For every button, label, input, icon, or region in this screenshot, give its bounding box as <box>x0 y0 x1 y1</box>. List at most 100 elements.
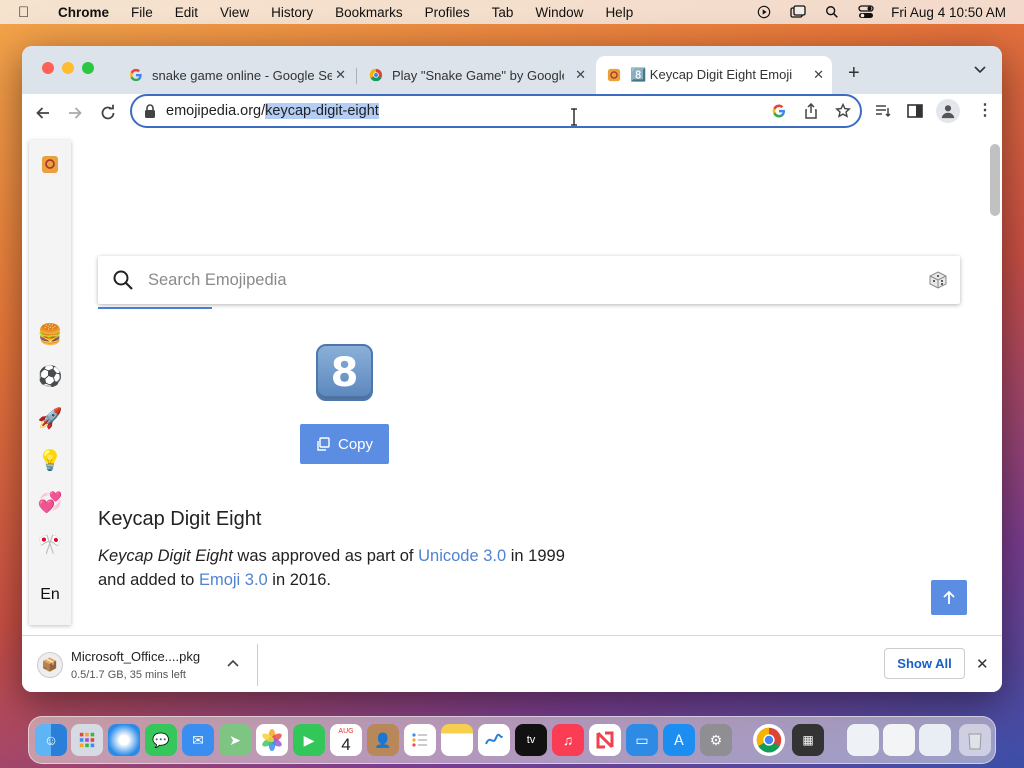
menu-edit[interactable]: Edit <box>175 5 198 20</box>
url-path-selected: keycap-digit-eight <box>265 103 379 119</box>
search-icon <box>113 270 133 290</box>
menubar-clock[interactable]: Fri Aug 4 10:50 AM <box>891 5 1006 20</box>
mail-icon[interactable]: ✉ <box>182 724 214 756</box>
more-menu-icon[interactable]: ⋮ <box>977 100 993 122</box>
keynote-icon[interactable]: ▭ <box>626 724 658 756</box>
close-shelf-icon[interactable]: ✕ <box>976 655 989 673</box>
menu-bookmarks[interactable]: Bookmarks <box>335 5 403 20</box>
news-icon[interactable] <box>589 724 621 756</box>
messages-icon[interactable]: 💬 <box>145 724 177 756</box>
emojipedia-logo-icon[interactable] <box>29 154 71 180</box>
profile-avatar-icon[interactable] <box>936 99 960 123</box>
emoji-version-link[interactable]: Emoji 3.0 <box>199 571 268 589</box>
page-content: 🍔 ⚽ 🚀 💡 💞 🎌 En 8 Copy Keycap Digit Eight… <box>22 132 1002 635</box>
screen-mirroring-icon[interactable] <box>789 5 807 19</box>
menu-window[interactable]: Window <box>535 5 583 20</box>
new-tab-icon[interactable]: + <box>848 62 860 85</box>
browser-window: snake game online - Google Se ✕ Play "Sn… <box>22 46 1002 692</box>
emoji-title: Keycap Digit Eight <box>98 508 262 530</box>
download-shelf: 📦 Microsoft_Office....pkg 0.5/1.7 GB, 35… <box>22 635 1002 692</box>
close-window-icon[interactable] <box>42 62 54 74</box>
show-all-button[interactable]: Show All <box>884 648 965 679</box>
tv-icon[interactable]: tv <box>515 724 547 756</box>
maps-icon[interactable]: ➤ <box>219 724 251 756</box>
reminders-icon[interactable] <box>404 724 436 756</box>
lock-icon[interactable] <box>144 104 156 118</box>
screenshot-icon[interactable] <box>919 724 951 756</box>
flags-category-icon[interactable]: 🎌 <box>29 532 71 557</box>
menu-profiles[interactable]: Profiles <box>425 5 470 20</box>
objects-category-icon[interactable]: 💡 <box>29 448 71 473</box>
tab-google-search[interactable]: snake game online - Google Se ✕ <box>118 56 354 94</box>
google-icon <box>128 67 144 83</box>
menu-tab[interactable]: Tab <box>492 5 514 20</box>
google-lens-icon[interactable] <box>770 102 788 120</box>
downloads-icon[interactable] <box>847 724 879 756</box>
finder-icon[interactable]: ☺ <box>35 724 67 756</box>
address-bar[interactable]: emojipedia.org/keycap-digit-eight <box>130 94 862 128</box>
language-selector[interactable]: En <box>29 586 71 604</box>
close-tab-icon[interactable]: ✕ <box>575 67 586 83</box>
zoom-window-icon[interactable] <box>82 62 94 74</box>
download-filename[interactable]: Microsoft_Office....pkg <box>71 649 200 664</box>
calendar-icon[interactable]: AUG 4 <box>330 724 362 756</box>
bookmark-star-icon[interactable] <box>834 102 852 120</box>
minimize-window-icon[interactable] <box>62 62 74 74</box>
activity-category-icon[interactable]: ⚽ <box>29 364 71 389</box>
close-tab-icon[interactable]: ✕ <box>335 67 346 83</box>
notes-icon[interactable] <box>441 724 473 756</box>
menu-view[interactable]: View <box>220 5 249 20</box>
chevron-up-icon[interactable] <box>226 657 240 671</box>
contacts-icon[interactable]: 👤 <box>367 724 399 756</box>
copy-label: Copy <box>337 435 374 453</box>
documents-icon[interactable] <box>883 724 915 756</box>
random-dice-icon[interactable] <box>928 270 948 290</box>
tab-snake-game[interactable]: Play "Snake Game" by Google ✕ <box>358 56 594 94</box>
menu-app-name[interactable]: Chrome <box>58 5 109 20</box>
close-tab-icon[interactable]: ✕ <box>813 67 824 83</box>
menu-history[interactable]: History <box>271 5 313 20</box>
reload-icon[interactable] <box>95 100 121 126</box>
unicode-link[interactable]: Unicode 3.0 <box>418 547 506 565</box>
arrow-up-icon <box>943 590 955 604</box>
search-box[interactable] <box>98 256 960 304</box>
apple-menu-icon[interactable]:  <box>18 4 38 21</box>
symbols-category-icon[interactable]: 💞 <box>29 490 71 515</box>
chrome-icon[interactable] <box>753 724 785 756</box>
music-icon[interactable]: ♫ <box>552 724 584 756</box>
tab-search-chevron-icon[interactable] <box>973 62 987 76</box>
side-panel-icon[interactable] <box>906 102 924 120</box>
menu-bar:  Chrome File Edit View History Bookmark… <box>0 0 1024 24</box>
food-category-icon[interactable]: 🍔 <box>29 322 71 347</box>
photos-icon[interactable] <box>256 724 288 756</box>
travel-category-icon[interactable]: 🚀 <box>29 406 71 431</box>
launchpad-icon[interactable] <box>71 724 103 756</box>
calculator-icon[interactable]: ▦ <box>792 724 824 756</box>
freeform-icon[interactable] <box>478 724 510 756</box>
tab-divider <box>356 68 357 84</box>
play-circle-icon[interactable] <box>755 5 773 19</box>
app-store-icon[interactable]: Ａ <box>663 724 695 756</box>
package-icon[interactable]: 📦 <box>37 652 63 678</box>
back-icon[interactable] <box>30 100 56 126</box>
safari-icon[interactable]: ➚ <box>108 724 140 756</box>
forward-icon[interactable] <box>62 100 88 126</box>
copy-button[interactable]: Copy <box>300 424 389 464</box>
page-scrollbar[interactable] <box>990 144 1000 216</box>
menu-file[interactable]: File <box>131 5 153 20</box>
reading-list-icon[interactable] <box>874 102 892 120</box>
menu-help[interactable]: Help <box>605 5 633 20</box>
calendar-day: 4 <box>341 734 351 754</box>
control-center-icon[interactable] <box>857 5 875 19</box>
tab-keycap-digit-eight[interactable]: 8️⃣ Keycap Digit Eight Emoji ✕ <box>596 56 832 94</box>
tab-title: snake game online - Google Se <box>152 67 332 83</box>
system-settings-icon[interactable]: ⚙ <box>700 724 732 756</box>
search-input[interactable] <box>148 270 908 290</box>
url-text[interactable]: emojipedia.org/keycap-digit-eight <box>166 103 379 119</box>
spotlight-search-icon[interactable] <box>823 5 841 19</box>
facetime-icon[interactable]: ▶ <box>293 724 325 756</box>
scroll-to-top-button[interactable] <box>931 580 967 615</box>
share-icon[interactable] <box>802 102 820 120</box>
trash-icon[interactable] <box>959 724 991 756</box>
category-sidebar: 🍔 ⚽ 🚀 💡 💞 🎌 En <box>29 140 71 625</box>
